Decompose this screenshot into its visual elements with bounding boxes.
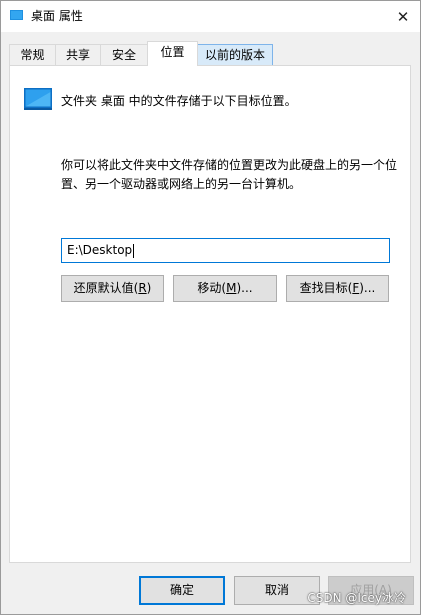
accesskey: M [226, 281, 237, 295]
tab-general[interactable]: 常规 [9, 44, 56, 65]
tab-label: 共享 [65, 48, 90, 62]
tab-sharing[interactable]: 共享 [55, 44, 101, 65]
window-title: 桌面 属性 [31, 9, 83, 23]
title-bar[interactable]: 桌面 属性 ✕ [1, 1, 420, 32]
location-path-input[interactable]: E:\Desktop [61, 238, 390, 263]
path-value: E:\Desktop [67, 243, 133, 257]
accesskey: R [138, 281, 147, 295]
button-label: 取消 [264, 583, 289, 597]
tab-label: 安全 [111, 48, 136, 62]
ok-button[interactable]: 确定 [139, 576, 225, 605]
close-button[interactable]: ✕ [386, 1, 420, 32]
tab-location[interactable]: 位置 [147, 41, 198, 66]
tab-label: 位置 [160, 45, 185, 59]
button-label: 确定 [169, 583, 194, 597]
tab-security[interactable]: 安全 [100, 44, 148, 65]
desktop-folder-icon [10, 10, 23, 20]
close-icon: ✕ [396, 7, 410, 26]
location-header: 文件夹 桌面 中的文件存储于以下目标位置。 [61, 94, 297, 108]
restore-default-button[interactable]: 还原默认值(R) [61, 275, 164, 302]
location-description: 你可以将此文件夹中文件存储的位置更改为此硬盘上的另一个位置、另一个驱动器或网络上… [61, 158, 398, 191]
location-panel: 文件夹 桌面 中的文件存储于以下目标位置。 你可以将此文件夹中文件存储的位置更改… [9, 65, 411, 563]
button-label-suffix: )... [236, 281, 253, 295]
watermark: CSDN @Icey冰冷 [307, 591, 406, 605]
find-target-button[interactable]: 查找目标(F)... [286, 275, 389, 302]
button-label: 移动( [197, 281, 227, 295]
properties-dialog: 桌面 属性 ✕ 常规 共享 安全 位置 以前的版本 文件夹 桌面 中的文件存储于… [0, 0, 421, 615]
tab-label: 以前的版本 [204, 48, 265, 62]
button-label: 还原默认值( [73, 281, 139, 295]
button-label-suffix: ) [146, 281, 152, 295]
tab-label: 常规 [20, 48, 45, 62]
move-button[interactable]: 移动(M)... [173, 275, 277, 302]
button-label: 查找目标( [299, 281, 353, 295]
button-label-suffix: )... [359, 281, 376, 295]
text-caret [133, 243, 135, 258]
desktop-monitor-icon [24, 88, 52, 110]
tab-strip: 常规 共享 安全 位置 以前的版本 [9, 41, 409, 66]
tab-previous-versions[interactable]: 以前的版本 [197, 44, 273, 65]
